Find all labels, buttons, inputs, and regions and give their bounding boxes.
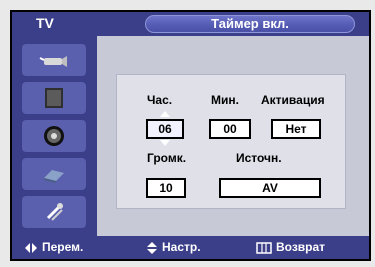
tv-label: TV [36,15,54,31]
minute-label: Мин. [211,93,239,107]
timer-panel: Час. Мин. Активация 06 00 Нет Громк. Ист… [116,74,346,209]
footer-adjust-label: Настр. [162,240,201,254]
sidebar-item-settings[interactable] [22,196,86,228]
source-field[interactable]: AV [219,178,321,198]
sidebar-item-antenna[interactable] [22,44,86,76]
sidebar-item-speaker[interactable] [22,120,86,152]
antenna-icon [39,56,67,67]
volume-label: Громк. [147,151,187,165]
footer-adjust: Настр. [146,240,201,255]
activation-label: Активация [261,93,325,107]
speaker-icon [44,126,64,146]
volume-field[interactable]: 10 [146,178,186,198]
monitor-icon [45,88,63,108]
footer-move-label: Перем. [42,240,84,254]
footer-return-label: Возврат [276,240,326,254]
tv-osd-screen: TV Таймер вкл. Час. Мин. Активация 06 00… [10,10,371,261]
settings-icon [46,203,63,221]
pip-icon [44,170,64,183]
sidebar-item-pip[interactable] [22,158,86,190]
footer-move: Перем. [24,240,83,254]
hour-field[interactable]: 06 [146,119,184,139]
left-right-arrows-icon [25,242,37,253]
hour-up-arrow-icon[interactable] [160,111,170,117]
minute-field[interactable]: 00 [209,119,251,139]
sidebar [12,36,97,238]
page-title: Таймер вкл. [211,16,289,31]
header-bar: TV Таймер вкл. [12,12,369,36]
menu-icon [256,242,272,254]
source-label: Источн. [236,151,282,165]
footer-return: Возврат [256,240,325,254]
activation-field[interactable]: Нет [271,119,321,139]
footer-bar: Перем. Настр. Возврат [12,236,369,259]
sidebar-item-monitor[interactable] [22,82,86,114]
up-down-arrows-icon [147,241,157,254]
hour-label: Час. [147,93,173,107]
hour-down-arrow-icon[interactable] [160,140,170,146]
title-pill: Таймер вкл. [145,15,355,33]
